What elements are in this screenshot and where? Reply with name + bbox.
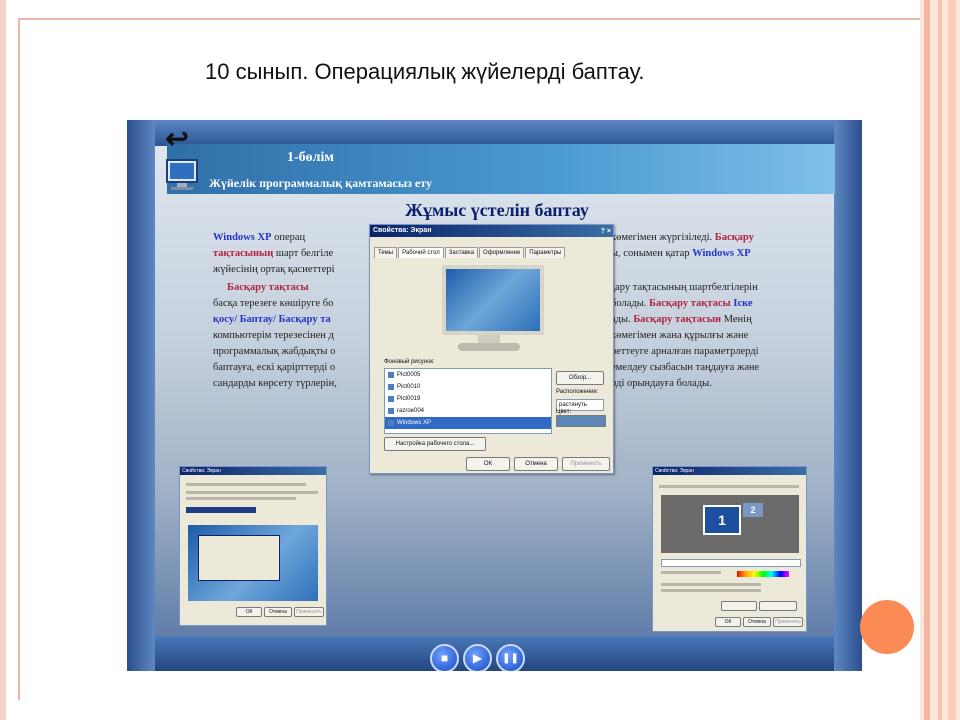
ok-button[interactable]: ОК (466, 457, 510, 471)
apply-button[interactable]: Применить (562, 457, 610, 471)
list-item-selected[interactable]: Windows XP (385, 417, 551, 429)
tab-desktop[interactable]: Рабочий стол (398, 247, 444, 258)
background-list[interactable]: Pict0005 Pict0010 Pict0019 razroe004 Win… (384, 368, 552, 434)
position-label: Расположение: (556, 389, 599, 395)
list-item[interactable]: Pict0019 (385, 393, 551, 405)
customize-desktop-button[interactable]: Настройка рабочего стола... (384, 437, 486, 451)
advanced-button[interactable] (759, 601, 797, 611)
mini-dialog-settings: Свойства: Экран 1 2 ОК Отмена Применить (652, 466, 807, 632)
monitor-2[interactable]: 2 (743, 503, 763, 517)
monitor-layout: 1 2 (661, 495, 799, 553)
mini-dialog-title: Свойства: Экран (180, 467, 326, 475)
ok-button[interactable]: ОК (236, 607, 262, 617)
tab-themes[interactable]: Темы (374, 247, 398, 258)
lesson-screenshot: ↩ 1-бөлім Жүйелік программалық қамтамасы… (127, 120, 862, 671)
back-arrow-icon[interactable]: ↩ (159, 124, 195, 154)
wallpaper-preview (442, 265, 544, 335)
slide-heading: 10 сынып. Операциялық жүйелерді баптау. (205, 59, 645, 84)
stop-button[interactable]: ■ (430, 644, 459, 671)
cancel-button[interactable]: Отмена (743, 617, 771, 627)
section-number: 1-бөлім (287, 150, 334, 165)
background-label: Фоновый рисунок: (384, 359, 435, 365)
pause-button[interactable]: ❚❚ (496, 644, 525, 671)
cancel-button[interactable]: Отмена (264, 607, 292, 617)
display-properties-dialog: Свойства: Экран ? × Темы Рабочий стол Заст… (369, 224, 614, 474)
color-picker[interactable] (556, 415, 606, 427)
monitor-preview (434, 259, 544, 355)
decorative-circle (860, 600, 914, 654)
slide-frame-left (0, 0, 6, 720)
color-quality-bar (737, 571, 789, 577)
cancel-button[interactable]: Отмена (514, 457, 558, 471)
computer-icon (166, 159, 198, 190)
ok-button[interactable]: ОК (715, 617, 741, 627)
monitor-1[interactable]: 1 (703, 505, 741, 535)
apply-button[interactable]: Применить (773, 617, 803, 627)
browse-button[interactable]: Обзор... (556, 371, 604, 385)
mini-dialog-themes: Свойства: Экран ОК Отмена Применить (179, 466, 327, 626)
dialog-title-bar: Свойства: Экран ? × (370, 225, 613, 237)
apply-button[interactable]: Применить (294, 607, 324, 617)
mini-dialog-title: Свойства: Экран (653, 467, 806, 475)
topic-title: Жұмыс үстелін баптау (405, 200, 589, 220)
paragraph-right: көмегімен жүргізіледі. Басқару ы, соныме… (611, 232, 754, 259)
tab-screensaver[interactable]: Заставка (444, 247, 479, 258)
player-controls: ■ ▶ ❚❚ (430, 642, 558, 671)
section-subtitle: Жүйелік программалық қамтамасыз ету (209, 176, 432, 190)
troubleshoot-button[interactable] (721, 601, 757, 611)
list-item[interactable]: razroe004 (385, 405, 551, 417)
slide-frame-right (920, 0, 960, 720)
list-item[interactable]: Pict0010 (385, 381, 551, 393)
play-button[interactable]: ▶ (463, 644, 492, 671)
paragraph-left: Windows XP операц тақтасының шарт белгіл… (213, 232, 335, 275)
dialog-tabs: Темы Рабочий стол Заставка Оформление Параме… (370, 241, 613, 258)
dialog-controls[interactable]: ? × (601, 226, 611, 238)
tab-settings[interactable]: Параметры (525, 247, 566, 258)
tab-appearance[interactable]: Оформление (479, 247, 525, 258)
list-item[interactable]: Pict0005 (385, 369, 551, 381)
